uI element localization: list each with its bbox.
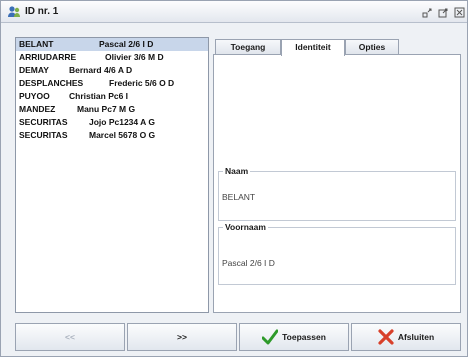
previous-label: <<: [65, 332, 75, 342]
next-button[interactable]: >>: [127, 323, 237, 351]
naam-field[interactable]: BELANT: [222, 192, 255, 202]
first-name: Frederic 5/6 O D: [109, 78, 175, 88]
previous-button[interactable]: <<: [15, 323, 125, 351]
detail-panel: Toegang Identiteit Opties Naam BELANT Vo…: [213, 37, 461, 313]
checkmark-icon: [262, 329, 279, 345]
user-group-icon: [8, 6, 20, 17]
button-bar: << >> Toepassen Afsluiten: [15, 323, 461, 351]
maximize-button[interactable]: [437, 6, 449, 18]
first-name: Pascal 2/6 I D: [99, 39, 154, 49]
tab-content-identiteit: Naam BELANT Voornaam Pascal 2/6 I D: [213, 54, 461, 313]
tab-opties[interactable]: Opties: [345, 39, 399, 55]
close-button[interactable]: Afsluiten: [351, 323, 461, 351]
person-list[interactable]: BELANT Pascal 2/6 I D ARRIUDARRE Olivier 3…: [15, 37, 209, 313]
list-item[interactable]: SECURITAS Jojo Pc1234 A G: [16, 116, 208, 129]
minimize-icon: [422, 8, 431, 17]
list-item[interactable]: ARRIUDARRE Olivier 3/6 M D: [16, 51, 208, 64]
apply-button[interactable]: Toepassen: [239, 323, 349, 351]
tab-strip: Toegang Identiteit Opties: [213, 39, 461, 56]
tab-toegang[interactable]: Toegang: [215, 39, 281, 55]
list-item[interactable]: DESPLANCHES Frederic 5/6 O D: [16, 77, 208, 90]
minimize-button[interactable]: [421, 6, 433, 18]
close-label: Afsluiten: [397, 332, 435, 342]
last-name: SECURITAS: [19, 130, 68, 140]
first-name: Jojo Pc1234 A G: [89, 117, 155, 127]
voornaam-group: Voornaam Pascal 2/6 I D: [218, 222, 456, 285]
last-name: PUYOO: [19, 91, 50, 101]
voornaam-field[interactable]: Pascal 2/6 I D: [222, 258, 275, 268]
next-label: >>: [177, 332, 187, 342]
first-name: Marcel 5678 O G: [89, 130, 156, 140]
list-item[interactable]: PUYOO Christian Pc6 I: [16, 90, 208, 103]
list-item[interactable]: BELANT Pascal 2/6 I D: [16, 38, 208, 51]
last-name: BELANT: [19, 39, 54, 49]
close-x-icon: [378, 329, 394, 345]
list-item[interactable]: DEMAY Bernard 4/6 A D: [16, 64, 208, 77]
last-name: DESPLANCHES: [19, 78, 84, 88]
title-bar[interactable]: ID nr. 1: [1, 1, 467, 23]
window-title: ID nr. 1: [25, 6, 59, 17]
last-name: SECURITAS: [19, 117, 68, 127]
close-window-button[interactable]: [453, 6, 465, 18]
first-name: Christian Pc6 I: [69, 91, 129, 101]
maximize-icon: [438, 8, 447, 17]
last-name: ARRIUDARRE: [19, 52, 77, 62]
voornaam-label: Voornaam: [223, 222, 268, 232]
first-name: Olivier 3/6 M D: [105, 52, 164, 62]
last-name: DEMAY: [19, 65, 49, 75]
first-name: Manu Pc7 M G: [77, 104, 136, 114]
first-name: Bernard 4/6 A D: [69, 65, 133, 75]
apply-label: Toepassen: [282, 332, 326, 342]
app-window: ID nr. 1 BELANTPascal 2/6 I D ARRIUDARR: [0, 0, 468, 357]
tab-identiteit[interactable]: Identiteit: [281, 39, 345, 56]
naam-group: Naam BELANT: [218, 166, 456, 221]
close-icon: [454, 7, 464, 17]
naam-label: Naam: [223, 166, 251, 176]
list-item[interactable]: SECURITAS Marcel 5678 O G: [16, 129, 208, 142]
list-item[interactable]: MANDEZ Manu Pc7 M G: [16, 103, 208, 116]
last-name: MANDEZ: [19, 104, 56, 114]
